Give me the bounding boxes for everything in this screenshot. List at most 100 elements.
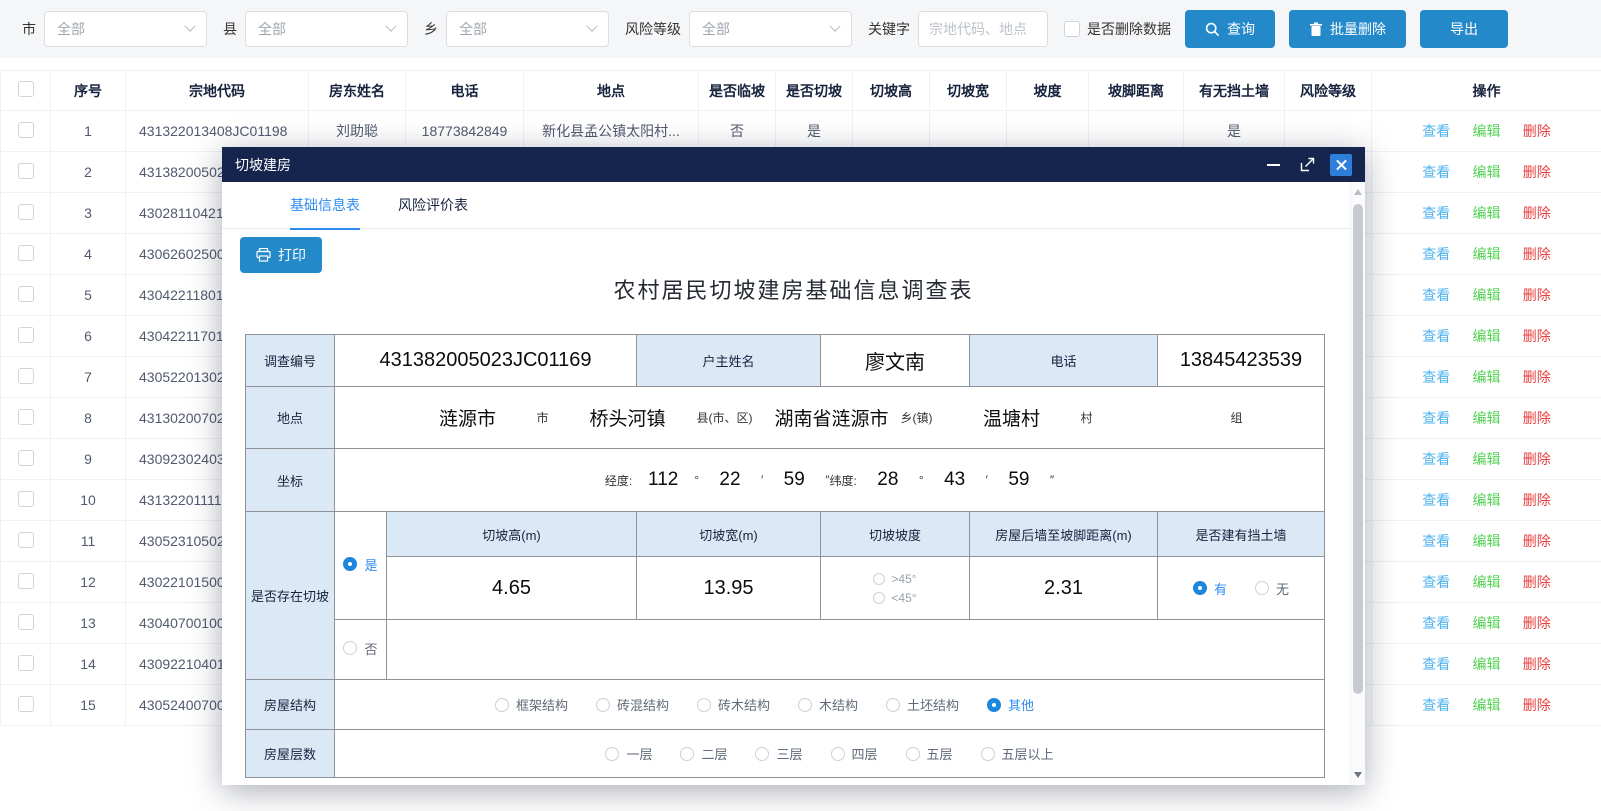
view-link[interactable]: 查看 <box>1422 654 1450 674</box>
row-checkbox[interactable] <box>18 245 34 261</box>
filter-select-city[interactable]: 全部 <box>44 11 207 47</box>
delete-link[interactable]: 删除 <box>1523 326 1551 346</box>
view-link[interactable]: 查看 <box>1422 203 1450 223</box>
view-link[interactable]: 查看 <box>1422 326 1450 346</box>
delete-link[interactable]: 删除 <box>1523 531 1551 551</box>
filter-select-risk[interactable]: 全部 <box>689 11 852 47</box>
edit-link[interactable]: 编辑 <box>1473 121 1501 141</box>
edit-link[interactable]: 编辑 <box>1473 613 1501 633</box>
delete-link[interactable]: 删除 <box>1523 654 1551 674</box>
radio-option[interactable]: <45° <box>873 591 916 605</box>
radio-option[interactable]: 框架结构 <box>495 695 568 714</box>
row-checkbox[interactable] <box>18 368 34 384</box>
edit-link[interactable]: 编辑 <box>1473 572 1501 592</box>
edit-link[interactable]: 编辑 <box>1473 285 1501 305</box>
row-checkbox[interactable] <box>18 163 34 179</box>
tab-risk-evaluation[interactable]: 风险评价表 <box>398 182 468 229</box>
edit-link[interactable]: 编辑 <box>1473 654 1501 674</box>
delete-data-checkbox[interactable] <box>1064 21 1080 37</box>
delete-link[interactable]: 删除 <box>1523 367 1551 387</box>
filter-county: 县全部 <box>223 11 408 47</box>
edit-link[interactable]: 编辑 <box>1473 695 1501 715</box>
edit-link[interactable]: 编辑 <box>1473 408 1501 428</box>
view-link[interactable]: 查看 <box>1422 285 1450 305</box>
delete-link[interactable]: 删除 <box>1523 162 1551 182</box>
radio-option[interactable]: 是 <box>343 555 377 574</box>
export-button[interactable]: 导出 <box>1420 10 1508 48</box>
view-link[interactable]: 查看 <box>1422 572 1450 592</box>
column-header-0: 序号 <box>51 71 126 111</box>
view-link[interactable]: 查看 <box>1422 490 1450 510</box>
view-link[interactable]: 查看 <box>1422 695 1450 715</box>
row-checkbox[interactable] <box>18 491 34 507</box>
delete-link[interactable]: 删除 <box>1523 449 1551 469</box>
edit-link[interactable]: 编辑 <box>1473 449 1501 469</box>
view-link[interactable]: 查看 <box>1422 121 1450 141</box>
print-button[interactable]: 打印 <box>240 237 322 273</box>
radio-option[interactable]: 一层 <box>605 744 652 763</box>
scroll-up-icon[interactable] <box>1354 189 1362 195</box>
row-checkbox[interactable] <box>18 655 34 671</box>
radio-option[interactable]: 三层 <box>755 744 802 763</box>
edit-link[interactable]: 编辑 <box>1473 203 1501 223</box>
view-link[interactable]: 查看 <box>1422 613 1450 633</box>
row-checkbox[interactable] <box>18 122 34 138</box>
tab-basic-info[interactable]: 基础信息表 <box>290 182 360 229</box>
delete-link[interactable]: 删除 <box>1523 613 1551 633</box>
edit-link[interactable]: 编辑 <box>1473 244 1501 264</box>
edit-link[interactable]: 编辑 <box>1473 162 1501 182</box>
view-link[interactable]: 查看 <box>1422 244 1450 264</box>
row-checkbox[interactable] <box>18 532 34 548</box>
radio-option[interactable]: 砖木结构 <box>697 695 770 714</box>
edit-link[interactable]: 编辑 <box>1473 326 1501 346</box>
radio-option[interactable]: >45° <box>873 572 916 586</box>
batch-delete-button[interactable]: 批量删除 <box>1289 10 1406 48</box>
radio-option[interactable]: 土坯结构 <box>886 695 959 714</box>
edit-link[interactable]: 编辑 <box>1473 490 1501 510</box>
radio-option[interactable]: 砖混结构 <box>596 695 669 714</box>
view-link[interactable]: 查看 <box>1422 449 1450 469</box>
row-checkbox[interactable] <box>18 614 34 630</box>
filter-select-town[interactable]: 全部 <box>446 11 609 47</box>
radio-option[interactable]: 二层 <box>680 744 727 763</box>
view-link[interactable]: 查看 <box>1422 408 1450 428</box>
keyword-input[interactable] <box>918 11 1048 47</box>
view-link[interactable]: 查看 <box>1422 162 1450 182</box>
radio-option[interactable]: 其他 <box>987 695 1034 714</box>
row-checkbox[interactable] <box>18 286 34 302</box>
delete-link[interactable]: 删除 <box>1523 285 1551 305</box>
scroll-down-icon[interactable] <box>1354 772 1362 778</box>
delete-link[interactable]: 删除 <box>1523 490 1551 510</box>
filter-select-county[interactable]: 全部 <box>245 11 408 47</box>
radio-option[interactable]: 木结构 <box>798 695 858 714</box>
radio-option[interactable]: 四层 <box>831 744 878 763</box>
delete-link[interactable]: 删除 <box>1523 572 1551 592</box>
row-checkbox[interactable] <box>18 696 34 712</box>
radio-option[interactable]: 无 <box>1255 579 1289 598</box>
view-link[interactable]: 查看 <box>1422 367 1450 387</box>
query-button[interactable]: 查询 <box>1185 10 1275 48</box>
delete-link[interactable]: 删除 <box>1523 408 1551 428</box>
edit-link[interactable]: 编辑 <box>1473 531 1501 551</box>
delete-link[interactable]: 删除 <box>1523 244 1551 264</box>
edit-link[interactable]: 编辑 <box>1473 367 1501 387</box>
row-checkbox[interactable] <box>18 327 34 343</box>
close-button[interactable] <box>1330 154 1352 176</box>
delete-link[interactable]: 删除 <box>1523 695 1551 715</box>
row-checkbox[interactable] <box>18 409 34 425</box>
select-all-checkbox[interactable] <box>18 81 34 97</box>
radio-option[interactable]: 五层以上 <box>981 744 1054 763</box>
scrollbar-thumb[interactable] <box>1353 204 1363 694</box>
radio-option[interactable]: 否 <box>343 639 377 658</box>
maximize-button[interactable] <box>1296 154 1318 176</box>
radio-option[interactable]: 有 <box>1193 579 1227 598</box>
view-link[interactable]: 查看 <box>1422 531 1450 551</box>
radio-option[interactable]: 五层 <box>906 744 953 763</box>
row-checkbox[interactable] <box>18 450 34 466</box>
latitude-label: 纬度: <box>830 472 857 489</box>
row-checkbox[interactable] <box>18 204 34 220</box>
minimize-button[interactable] <box>1262 154 1284 176</box>
delete-link[interactable]: 删除 <box>1523 121 1551 141</box>
delete-link[interactable]: 删除 <box>1523 203 1551 223</box>
row-checkbox[interactable] <box>18 573 34 589</box>
